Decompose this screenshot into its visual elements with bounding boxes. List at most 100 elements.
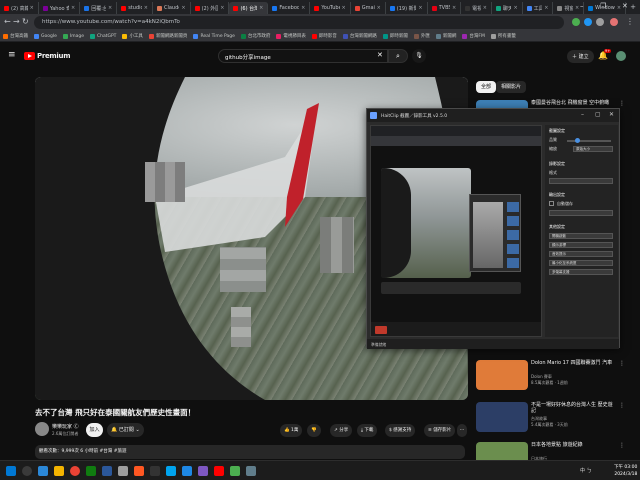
channel-name[interactable]: 樂樂玩家 Ⓒ [52, 423, 79, 430]
browser-tab[interactable]: (2) 外國× [191, 2, 230, 14]
chip-all[interactable]: 全部 [476, 81, 497, 93]
tab-close-icon[interactable]: × [220, 5, 224, 11]
recommended-title[interactable]: 不是一場好好休息的台灣人生 歷史遊記 [531, 402, 615, 414]
settings-option[interactable]: 音效提示 [549, 251, 613, 257]
tab-close-icon[interactable]: × [144, 5, 148, 11]
profile-avatar[interactable] [610, 18, 618, 26]
settings-option[interactable]: 開機啟動 [549, 233, 613, 239]
more-options-icon[interactable]: ⋮ [619, 442, 625, 449]
quality-slider[interactable] [567, 140, 611, 142]
youtube-taskbar-icon[interactable] [214, 466, 224, 476]
youtube-premium-logo[interactable]: Premium [37, 52, 71, 60]
browser-tab[interactable]: (6) 台灣× [229, 2, 269, 14]
tab-close-icon[interactable]: × [108, 5, 112, 11]
tab-close-icon[interactable]: × [377, 5, 381, 11]
bookmark-item[interactable]: ChatGPT [89, 33, 116, 39]
thanks-button[interactable]: $ 感謝支持 [385, 424, 416, 437]
settings-option[interactable]: 多螢幕支援 [549, 269, 613, 275]
channel-avatar[interactable] [35, 422, 49, 436]
bookmark-item[interactable]: Google [34, 33, 57, 39]
minimize-icon[interactable]: – [580, 2, 584, 10]
tab-close-icon[interactable]: × [30, 5, 34, 11]
browser-tab[interactable]: Claude× [153, 2, 191, 14]
tab-close-icon[interactable]: × [71, 5, 75, 11]
browser-tab[interactable]: YouTube× [310, 2, 351, 14]
video-thumbnail[interactable] [476, 360, 528, 390]
recommended-title[interactable]: Dolon Mario 17 四國聯賽激鬥 汽車 [531, 360, 615, 366]
back-icon[interactable]: ← [4, 17, 11, 26]
browser-tab[interactable]: 回覆:台× [80, 2, 118, 14]
recommended-title[interactable]: 泰國曼谷飛台北 飛機窗景 空中俯瞰 [531, 100, 615, 106]
windows-start-icon[interactable] [6, 466, 16, 476]
recommended-title[interactable]: 日本各地景點 旅遊紀錄 [531, 442, 615, 448]
voice-search-button[interactable]: 🎙 [412, 49, 426, 63]
reload-icon[interactable]: ↻ [22, 17, 29, 26]
search-input[interactable]: github分享image [218, 49, 388, 63]
more-options-icon[interactable]: ⋮ [619, 402, 625, 409]
bookmark-item[interactable]: 電視節目表 [276, 33, 306, 39]
share-button[interactable]: ↗ 分享 [330, 424, 353, 437]
join-button[interactable]: 加入 [86, 423, 103, 437]
browser-tab[interactable]: TVBS× [428, 2, 462, 14]
browser-menu-icon[interactable]: ⋮ [626, 17, 634, 26]
close-window-icon[interactable]: ✕ [622, 2, 628, 10]
search-icon[interactable] [22, 466, 32, 476]
word-icon[interactable] [102, 466, 112, 476]
search-button[interactable]: ⌕ [388, 49, 408, 63]
download-button[interactable]: ⤓ 下載 [357, 424, 378, 437]
video-thumbnail[interactable] [476, 402, 528, 432]
more-options-icon[interactable]: ⋮ [619, 100, 625, 107]
clear-search-icon[interactable]: ✕ [377, 51, 383, 59]
input-method-indicator[interactable]: 中 ㄅ [580, 467, 592, 474]
tab-close-icon[interactable]: × [483, 5, 487, 11]
app-close-icon[interactable]: ✕ [609, 111, 614, 118]
chip-related[interactable]: 相關影片 [496, 81, 527, 93]
browser-tab[interactable]: studio× [117, 2, 153, 14]
output-path-field[interactable] [549, 210, 613, 216]
app-icon[interactable] [182, 466, 192, 476]
screenshot-tool-window[interactable]: HaitClip 截圖／錄影工具 v2.5.0 – ▢ ✕ 截圖設定 品質 縮放… [366, 108, 620, 349]
account-avatar[interactable] [616, 51, 626, 61]
terminal-icon[interactable] [150, 466, 160, 476]
tab-close-icon[interactable]: × [513, 5, 517, 11]
browser-tab[interactable]: Gmail× [351, 2, 386, 14]
extension-icon[interactable] [584, 18, 592, 26]
app-minimize-icon[interactable]: – [581, 111, 584, 118]
browser-tab[interactable]: 聊天× [492, 2, 523, 14]
forward-icon[interactable]: → [13, 17, 20, 26]
bookmark-item[interactable]: 台灣FM [462, 33, 485, 39]
app-icon[interactable] [118, 466, 128, 476]
subscribed-button[interactable]: 🔔 已訂閱 ⌄ [107, 423, 144, 437]
url-input[interactable]: https://www.youtube.com/watch?v=a4kN2iQb… [34, 16, 564, 29]
chrome-icon[interactable] [70, 466, 80, 476]
edge-icon[interactable] [38, 466, 48, 476]
app-maximize-icon[interactable]: ▢ [595, 111, 601, 118]
file-explorer-icon[interactable] [54, 466, 64, 476]
more-actions-icon[interactable]: ⋯ [457, 424, 467, 437]
tab-close-icon[interactable]: × [301, 5, 305, 11]
tab-close-icon[interactable]: × [575, 5, 579, 11]
tab-close-icon[interactable]: × [259, 5, 263, 11]
bookmark-item[interactable]: 小工具 [122, 33, 143, 39]
browser-tab[interactable]: Facebook× [268, 2, 311, 14]
bookmark-item[interactable]: Image [62, 33, 84, 39]
hamburger-menu-icon[interactable]: ≡ [8, 50, 16, 60]
scale-select[interactable]: 原始大小 [573, 146, 613, 152]
bookmark-item[interactable]: 所有書籤 [490, 33, 516, 39]
bookmark-item[interactable]: 新聞網路新聞頁 [148, 33, 187, 39]
bookmark-item[interactable]: 台灣高鐵 [3, 33, 28, 39]
bookmark-item[interactable]: Real Time Page [193, 33, 235, 39]
recommended-video[interactable]: 不是一場好好休息的台灣人生 歷史遊記 台灣故事 5.4萬次觀看 · 3天前 ⋮ [476, 402, 626, 434]
browser-tab[interactable]: (19) 新聞× [386, 2, 428, 14]
maximize-icon[interactable]: ❐ [600, 2, 606, 10]
tab-close-icon[interactable]: × [418, 5, 422, 11]
tab-close-icon[interactable]: × [452, 5, 456, 11]
bookmark-item[interactable]: 外匯 [413, 33, 430, 39]
app-icon[interactable] [166, 466, 176, 476]
format-select[interactable] [549, 178, 613, 184]
app-icon[interactable] [246, 466, 256, 476]
browser-tab[interactable]: 工具× [523, 2, 554, 14]
browser-tab[interactable]: Yahoo 奇× [39, 2, 81, 14]
quality-slider-handle[interactable] [575, 138, 580, 143]
tab-close-icon[interactable]: × [342, 5, 346, 11]
